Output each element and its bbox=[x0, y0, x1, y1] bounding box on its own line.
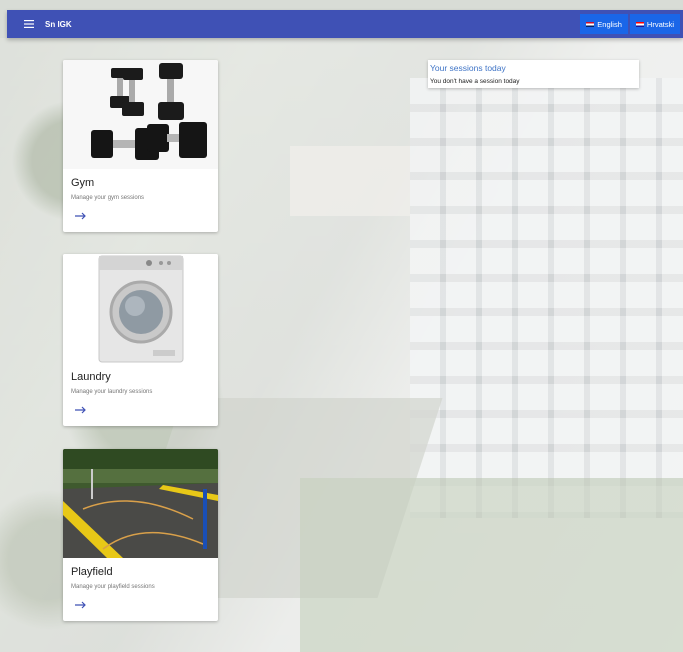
arrow-right-icon bbox=[75, 212, 86, 220]
playfield-open-button[interactable] bbox=[75, 598, 91, 612]
laundry-image bbox=[63, 254, 218, 363]
uk-flag-icon bbox=[586, 21, 595, 27]
language-english-label: English bbox=[597, 19, 622, 29]
language-croatian-button[interactable]: Hrvatski bbox=[629, 14, 680, 34]
card-title: Laundry bbox=[71, 371, 111, 383]
laundry-card[interactable]: Laundry Manage your laundry sessions bbox=[63, 254, 218, 426]
app-title[interactable]: Sn IGK bbox=[45, 20, 72, 29]
playfield-card[interactable]: Playfield Manage your playfield sessions bbox=[63, 449, 218, 621]
basketball-court-icon bbox=[63, 449, 218, 558]
menu-button[interactable] bbox=[19, 14, 39, 34]
dumbbells-icon bbox=[91, 63, 207, 160]
gym-open-button[interactable] bbox=[75, 209, 91, 223]
playfield-image bbox=[63, 449, 218, 558]
arrow-right-icon bbox=[75, 406, 86, 414]
language-croatian-label: Hrvatski bbox=[646, 19, 674, 29]
menu-icon bbox=[24, 20, 34, 28]
language-english-button[interactable]: English bbox=[580, 14, 628, 34]
app-bar: Sn IGK English Hrvatski bbox=[7, 10, 683, 38]
gym-card[interactable]: Gym Manage your gym sessions bbox=[63, 60, 218, 232]
language-switcher: English Hrvatski bbox=[580, 10, 680, 38]
sessions-title: Your sessions today bbox=[430, 63, 506, 73]
card-subtitle: Manage your gym sessions bbox=[71, 195, 145, 201]
laundry-open-button[interactable] bbox=[75, 403, 91, 417]
arrow-right-icon bbox=[75, 601, 86, 609]
sessions-message: You don't have a session today bbox=[430, 78, 520, 85]
card-title: Playfield bbox=[71, 566, 113, 578]
sessions-today-panel: Your sessions today You don't have a ses… bbox=[428, 60, 639, 88]
gym-image bbox=[63, 60, 218, 169]
card-subtitle: Manage your playfield sessions bbox=[71, 584, 155, 590]
card-subtitle: Manage your laundry sessions bbox=[71, 389, 153, 395]
washing-machine-icon bbox=[98, 255, 184, 363]
card-title: Gym bbox=[71, 177, 95, 189]
croatia-flag-icon bbox=[635, 21, 644, 27]
